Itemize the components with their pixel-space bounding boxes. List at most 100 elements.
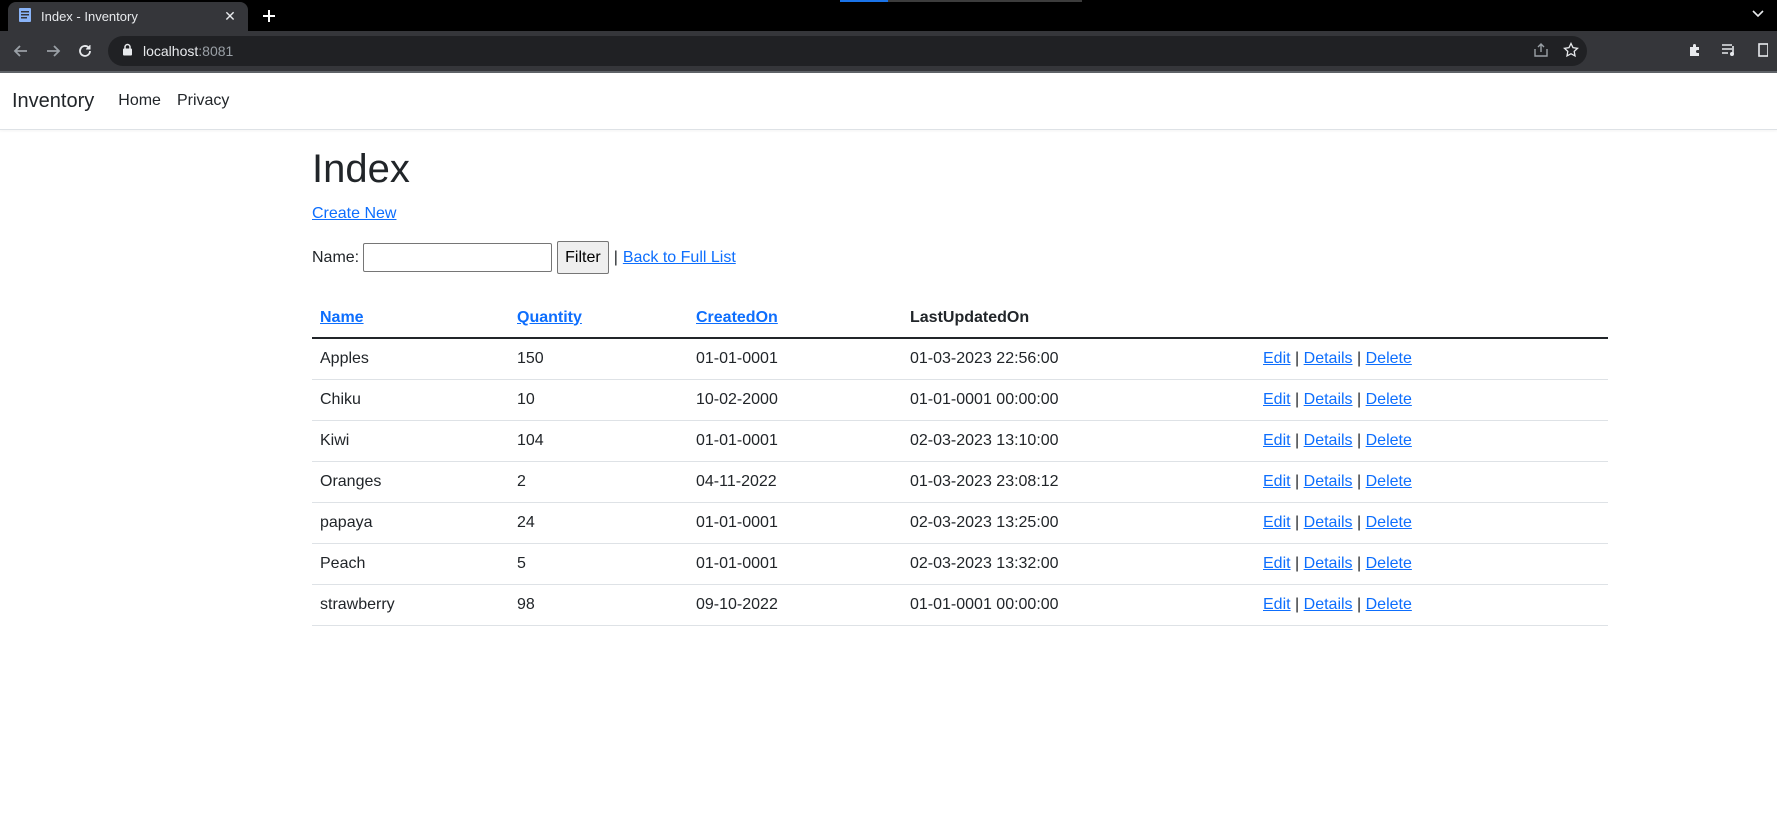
- lock-icon[interactable]: [122, 43, 133, 59]
- nav-link-privacy[interactable]: Privacy: [177, 92, 229, 110]
- tab-accent: [840, 0, 888, 2]
- table-header-row: Name Quantity CreatedOn LastUpdatedOn: [312, 298, 1608, 339]
- tab-accent-bar: [888, 0, 1082, 2]
- details-link[interactable]: Details: [1304, 350, 1353, 367]
- table-row: papaya 24 01-01-0001 02-03-2023 13:25:00 Edi…: [312, 502, 1608, 544]
- cell-lastupdatedon: 02-03-2023 13:32:00: [902, 543, 1255, 585]
- cell-createdon: 01-01-0001: [688, 338, 902, 380]
- edit-link[interactable]: Edit: [1263, 514, 1291, 531]
- cell-quantity: 98: [509, 584, 688, 626]
- action-separator: |: [1357, 349, 1362, 367]
- filter-name-label: Name:: [312, 248, 360, 266]
- action-separator: |: [1357, 554, 1362, 572]
- details-link[interactable]: Details: [1304, 432, 1353, 449]
- edit-link[interactable]: Edit: [1263, 350, 1291, 367]
- cell-actions: Edit | Details | Delete: [1255, 584, 1608, 626]
- url-port: :8081: [198, 43, 234, 59]
- page-favicon-icon: [18, 7, 32, 26]
- cell-lastupdatedon: 02-03-2023 13:10:00: [902, 420, 1255, 462]
- back-to-full-list-link[interactable]: Back to Full List: [623, 249, 736, 267]
- browser-toolbar: localhost:8081: [0, 31, 1777, 71]
- browser-tabstrip: Index - Inventory ✕: [0, 0, 1777, 31]
- details-link[interactable]: Details: [1304, 391, 1353, 408]
- back-arrow-icon[interactable]: [10, 40, 32, 62]
- details-link[interactable]: Details: [1304, 473, 1353, 490]
- sort-name-link[interactable]: Name: [320, 309, 364, 326]
- site-navbar: Inventory Home Privacy: [0, 73, 1777, 130]
- cell-name: Oranges: [312, 461, 509, 503]
- bookmark-star-icon[interactable]: [1563, 41, 1579, 61]
- details-link[interactable]: Details: [1304, 514, 1353, 531]
- navbar-brand[interactable]: Inventory: [12, 90, 94, 113]
- delete-link[interactable]: Delete: [1366, 391, 1412, 408]
- side-panel-icon[interactable]: [1753, 40, 1773, 60]
- delete-link[interactable]: Delete: [1366, 596, 1412, 613]
- filter-name-input[interactable]: [363, 243, 553, 272]
- cell-actions: Edit | Details | Delete: [1255, 420, 1608, 462]
- edit-link[interactable]: Edit: [1263, 391, 1291, 408]
- cell-quantity: 2: [509, 461, 688, 503]
- delete-link[interactable]: Delete: [1366, 350, 1412, 367]
- delete-link[interactable]: Delete: [1366, 555, 1412, 572]
- sort-quantity-link[interactable]: Quantity: [517, 309, 582, 326]
- extensions-puzzle-icon[interactable]: [1685, 40, 1705, 60]
- cell-createdon: 01-01-0001: [688, 502, 902, 544]
- share-icon[interactable]: [1533, 42, 1549, 61]
- cell-quantity: 104: [509, 420, 688, 462]
- table-row: strawberry 98 09-10-2022 01-01-0001 00:00:0…: [312, 584, 1608, 626]
- action-separator: |: [1357, 390, 1362, 408]
- edit-link[interactable]: Edit: [1263, 555, 1291, 572]
- cell-actions: Edit | Details | Delete: [1255, 379, 1608, 421]
- cell-name: Chiku: [312, 379, 509, 421]
- table-row: Chiku 10 10-02-2000 01-01-0001 00:00:00 Edit…: [312, 379, 1608, 421]
- address-bar[interactable]: localhost:8081: [108, 36, 1587, 66]
- cell-name: papaya: [312, 502, 509, 544]
- delete-link[interactable]: Delete: [1366, 473, 1412, 490]
- filter-button[interactable]: Filter: [557, 241, 609, 274]
- delete-link[interactable]: Delete: [1366, 432, 1412, 449]
- action-separator: |: [1295, 349, 1300, 367]
- action-separator: |: [1357, 431, 1362, 449]
- header-name: Name: [312, 298, 509, 339]
- action-separator: |: [1295, 595, 1300, 613]
- edit-link[interactable]: Edit: [1263, 432, 1291, 449]
- browser-tab[interactable]: Index - Inventory ✕: [8, 2, 248, 31]
- cell-actions: Edit | Details | Delete: [1255, 338, 1608, 380]
- cell-lastupdatedon: 01-01-0001 00:00:00: [902, 379, 1255, 421]
- table-body: Apples 150 01-01-0001 01-03-2023 22:56:00 Ed…: [312, 338, 1608, 626]
- main-content: Index Create New Name: Filter | Back to …: [312, 145, 1608, 626]
- header-createdon: CreatedOn: [688, 298, 902, 339]
- header-lastupdatedon: LastUpdatedOn: [902, 298, 1255, 339]
- close-tab-icon[interactable]: ✕: [222, 8, 238, 25]
- header-actions: [1255, 298, 1608, 339]
- media-queue-icon[interactable]: [1719, 40, 1739, 60]
- cell-name: Peach: [312, 543, 509, 585]
- table-row: Apples 150 01-01-0001 01-03-2023 22:56:00 Ed…: [312, 338, 1608, 380]
- cell-createdon: 10-02-2000: [688, 379, 902, 421]
- reload-icon[interactable]: [74, 40, 96, 62]
- action-separator: |: [1295, 513, 1300, 531]
- forward-arrow-icon[interactable]: [42, 40, 64, 62]
- url-host: localhost: [143, 43, 199, 59]
- edit-link[interactable]: Edit: [1263, 473, 1291, 490]
- cell-lastupdatedon: 01-03-2023 23:08:12: [902, 461, 1255, 503]
- tab-title: Index - Inventory: [41, 9, 138, 24]
- action-separator: |: [1295, 472, 1300, 490]
- details-link[interactable]: Details: [1304, 555, 1353, 572]
- action-separator: |: [1295, 554, 1300, 572]
- new-tab-icon[interactable]: [258, 5, 280, 27]
- cell-actions: Edit | Details | Delete: [1255, 461, 1608, 503]
- action-separator: |: [1357, 513, 1362, 531]
- details-link[interactable]: Details: [1304, 596, 1353, 613]
- nav-link-home[interactable]: Home: [118, 92, 161, 110]
- sort-createdon-link[interactable]: CreatedOn: [696, 309, 778, 326]
- create-new-link[interactable]: Create New: [312, 205, 396, 222]
- action-separator: |: [1295, 431, 1300, 449]
- filter-separator: |: [613, 248, 618, 266]
- cell-lastupdatedon: 02-03-2023 13:25:00: [902, 502, 1255, 544]
- delete-link[interactable]: Delete: [1366, 514, 1412, 531]
- tab-search-chevron-icon[interactable]: [1751, 7, 1767, 23]
- cell-name: Apples: [312, 338, 509, 380]
- edit-link[interactable]: Edit: [1263, 596, 1291, 613]
- cell-lastupdatedon: 01-01-0001 00:00:00: [902, 584, 1255, 626]
